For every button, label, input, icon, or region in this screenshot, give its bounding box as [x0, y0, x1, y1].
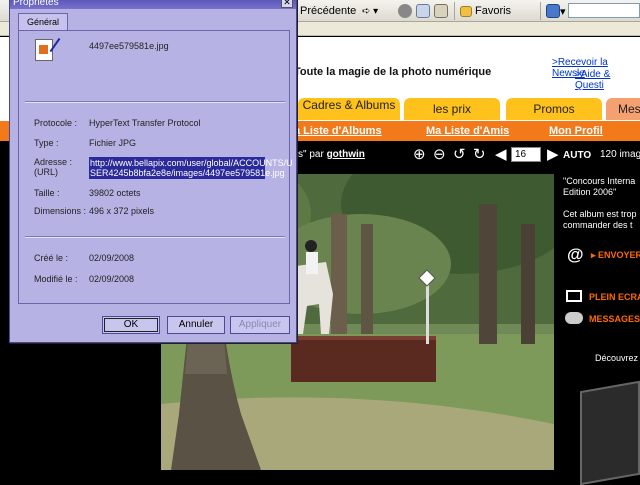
protocol-label: Protocole :	[34, 118, 78, 128]
size-value: 39802 octets	[89, 188, 141, 198]
tab-cadres-albums[interactable]: Cadres & Albums	[298, 98, 400, 120]
file-jpg-icon	[35, 39, 53, 61]
page-number-input[interactable]: 16	[511, 147, 541, 162]
at-icon: @	[567, 245, 584, 264]
favorites-button[interactable]: Favoris	[460, 3, 511, 19]
dimensions-label: Dimensions :	[34, 206, 87, 216]
ok-button[interactable]: OK	[102, 316, 160, 334]
address-value-line: http://www.bellapix.com/user/global/ACCO…	[90, 158, 293, 168]
help-link[interactable]: >Aide & Questi	[575, 69, 640, 91]
zoom-in-icon[interactable]: ⊕	[413, 147, 426, 163]
dimensions-value: 496 x 372 pixels	[89, 206, 155, 216]
address-label: Adresse : (URL)	[34, 157, 72, 177]
refresh-icon[interactable]	[416, 3, 430, 19]
album-desc-line: Cet album est trop	[563, 209, 637, 219]
rotate-left-icon[interactable]: ↺	[453, 147, 466, 163]
messages-link[interactable]: MESSAGES	[589, 314, 640, 324]
cancel-button[interactable]: Annuler	[167, 316, 225, 334]
album-description: Cet album est trop commander des t	[563, 209, 637, 231]
address-value[interactable]: http://www.bellapix.com/user/global/ACCO…	[89, 157, 293, 179]
fullscreen-icon[interactable]	[566, 290, 582, 302]
back-label: Précédente	[300, 5, 357, 17]
forward-arrow-icon[interactable]: ➪ ▾	[362, 3, 378, 19]
profile-link[interactable]: Mon Profil	[549, 125, 603, 137]
album-title: "Concours Interna Edition 2006"	[563, 176, 635, 198]
envoyer-label: ENVOYER	[598, 250, 640, 260]
album-title-line: Edition 2006"	[563, 187, 617, 197]
site-tagline: Toute la magie de la photo numérique	[294, 66, 492, 78]
discover-text: Découvrez	[595, 353, 639, 363]
favorites-icon	[460, 5, 472, 17]
tab-promos[interactable]: Promos	[506, 98, 602, 120]
dialog-title: Propriétes	[13, 0, 59, 8]
type-label: Type :	[34, 138, 59, 148]
rotate-right-icon[interactable]: ↻	[473, 147, 486, 163]
zoom-out-icon[interactable]: ⊖	[433, 147, 446, 163]
credit-prefix: s" par	[298, 149, 324, 160]
stop-icon[interactable]	[398, 3, 412, 19]
prev-icon[interactable]: ◀	[495, 147, 507, 163]
search-input[interactable]	[568, 3, 640, 18]
next-icon[interactable]: ▶	[547, 147, 559, 163]
divider	[25, 236, 285, 238]
type-value: Fichier JPG	[89, 138, 137, 148]
mail-icon[interactable]: ▾	[546, 3, 566, 19]
envoyer-link[interactable]: ▸ ENVOYER	[591, 250, 640, 261]
back-button[interactable]: Précédente	[300, 3, 356, 19]
book-image[interactable]	[580, 380, 640, 485]
favorites-label: Favoris	[475, 5, 512, 17]
tab-general[interactable]: Général	[18, 13, 68, 30]
image-count: 120 imag	[600, 149, 640, 160]
size-label: Taille :	[34, 188, 60, 198]
tab-prix[interactable]: les prix	[404, 98, 500, 120]
divider	[25, 101, 285, 103]
general-panel: 4497ee579581e.jpg Protocole : HyperText …	[18, 30, 293, 304]
properties-dialog: Propriétes ✕ Général 4497ee579581e.jpg P…	[9, 0, 297, 343]
messages-icon[interactable]	[565, 312, 583, 324]
album-list-link[interactable]: a Liste d'Albums	[294, 125, 382, 137]
author-link[interactable]: gothwin	[327, 149, 365, 160]
created-value: 02/09/2008	[89, 253, 135, 263]
tab-mes[interactable]: Mes	[606, 98, 640, 120]
address-value-line: SER4245b8bfa2e8e/images/4497ee579581e.jp…	[90, 168, 285, 178]
friends-list-link[interactable]: Ma Liste d'Amis	[426, 125, 509, 137]
photo-credit: s" par gothwin	[298, 149, 365, 160]
modified-label: Modifié le :	[34, 274, 78, 284]
file-name: 4497ee579581e.jpg	[89, 41, 169, 51]
album-desc-line: commander des t	[563, 220, 633, 230]
dialog-titlebar[interactable]: Propriétes ✕	[10, 0, 296, 9]
apply-button[interactable]: Appliquer	[230, 316, 290, 334]
address-label-line: (URL)	[34, 167, 58, 177]
album-title-line: "Concours Interna	[563, 176, 636, 186]
modified-value: 02/09/2008	[89, 274, 135, 284]
address-label-line: Adresse :	[34, 157, 73, 167]
created-label: Créé le :	[34, 253, 69, 263]
auto-button[interactable]: AUTO	[563, 150, 591, 161]
home-icon[interactable]	[434, 3, 448, 19]
main-tabs: Cadres & Albums les prix Promos Mes	[290, 98, 640, 120]
fullscreen-link[interactable]: PLEIN ECRAN	[589, 292, 640, 302]
close-icon[interactable]: ✕	[281, 0, 293, 8]
protocol-value: HyperText Transfer Protocol	[89, 118, 201, 128]
